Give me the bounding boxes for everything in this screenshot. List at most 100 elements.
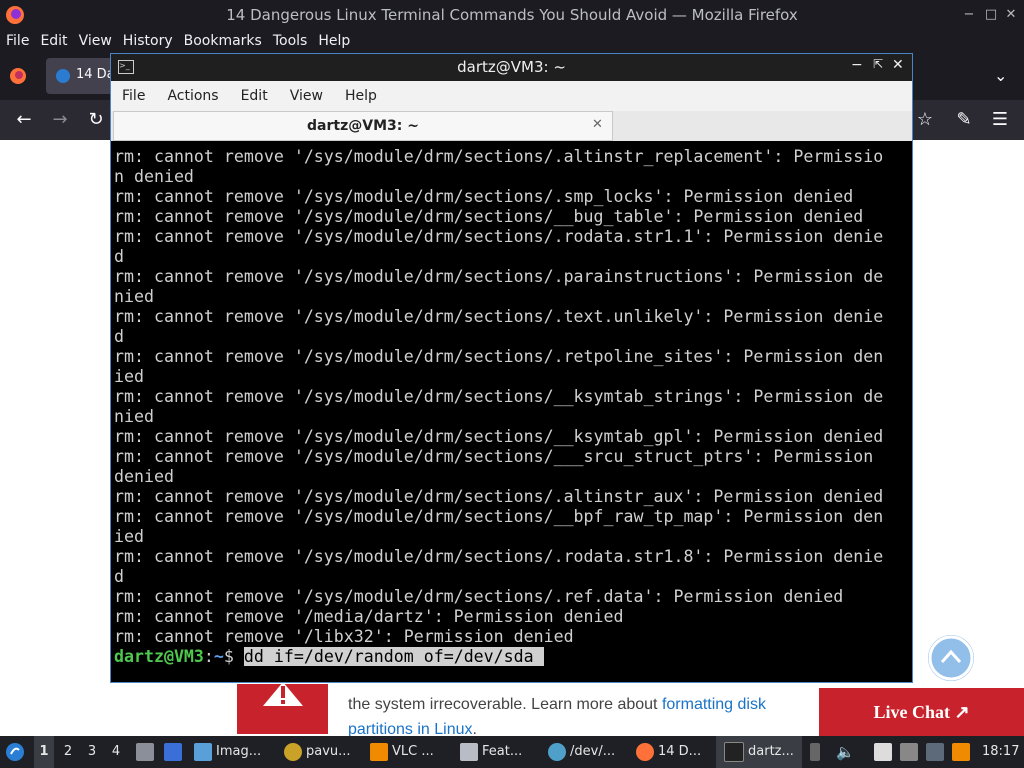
terminal-line: rm: cannot remove '/sys/module/drm/secti…	[114, 427, 884, 446]
workspace-4[interactable]: 4	[106, 736, 126, 768]
warning-box	[237, 682, 328, 734]
taskbar: 1 2 3 4 Imag... pavu... VLC ... Feat... …	[0, 736, 1024, 768]
desktop-launcher[interactable]	[164, 736, 186, 768]
workspace-3[interactable]: 3	[82, 736, 102, 768]
taskbar-item-label: 14 D...	[658, 744, 702, 759]
taskbar-item-label: dartz...	[748, 744, 794, 759]
terminal-menu-actions[interactable]: Actions	[156, 81, 229, 104]
terminal-line: rm: cannot remove '/sys/module/drm/secti…	[114, 207, 864, 226]
terminal-tab[interactable]: dartz@VM3: ~ ✕	[113, 111, 613, 141]
prompt-separator: :	[203, 647, 214, 666]
taskbar-item-feat[interactable]: Feat...	[460, 736, 522, 768]
workspace-2[interactable]: 2	[58, 736, 78, 768]
terminal-menubar: File Actions Edit View Help	[111, 81, 912, 111]
clipboard-icon	[460, 742, 478, 761]
taskbar-item-firefox[interactable]: 14 D...	[636, 736, 701, 768]
close-icon[interactable]: ✕	[1000, 4, 1022, 26]
clock[interactable]: 18:17	[982, 736, 1019, 768]
workspace-1[interactable]: 1	[34, 736, 54, 768]
menu-history[interactable]: History	[117, 30, 178, 50]
live-chat-button[interactable]: Live Chat ↗	[819, 688, 1024, 736]
terminal-line: rm: cannot remove '/sys/module/drm/secti…	[114, 447, 874, 466]
menu-view[interactable]: View	[73, 30, 117, 50]
back-icon[interactable]: ←	[12, 108, 36, 132]
extensions-icon[interactable]: ✎	[952, 108, 976, 132]
taskbar-item-pavu[interactable]: pavu...	[284, 736, 351, 768]
terminal-menu-edit[interactable]: Edit	[230, 81, 279, 104]
terminal-menu-help[interactable]: Help	[334, 81, 388, 104]
terminal-line: d	[114, 247, 124, 266]
article-link-formatting[interactable]: formatting disk	[662, 696, 766, 713]
maximize-icon[interactable]: □	[980, 4, 1002, 26]
taskbar-item-label: Feat...	[482, 744, 523, 759]
vlc-tray-icon[interactable]	[952, 736, 974, 768]
terminal-line: n denied	[114, 167, 194, 186]
hamburger-menu-icon[interactable]: ☰	[988, 108, 1012, 132]
minimize-icon[interactable]: −	[958, 4, 980, 26]
scrollbar-icon	[810, 742, 820, 761]
scroll-to-top-button[interactable]	[928, 635, 974, 681]
terminal-window[interactable]: >_ dartz@VM3: ~ − ⇱ ✕ File Actions Edit Vie…	[110, 53, 913, 683]
prompt-path: ~	[213, 647, 224, 666]
article-paragraph: the system irrecoverable. Learn more abo…	[348, 692, 808, 742]
terminal-line: rm: cannot remove '/sys/module/drm/secti…	[114, 307, 884, 326]
tab-label: 14 Da	[76, 67, 115, 82]
taskbar-item-dev[interactable]: /dev/...	[548, 736, 615, 768]
firefox-view-icon[interactable]	[8, 66, 28, 86]
article-line1: the system irrecoverable. Learn more abo…	[348, 696, 662, 713]
terminal-close-icon[interactable]: ✕	[892, 57, 904, 73]
start-menu-icon[interactable]	[5, 742, 25, 762]
terminal-line: rm: cannot remove '/sys/module/drm/secti…	[114, 387, 884, 406]
terminal-line: d	[114, 567, 124, 586]
terminal-minimize-icon[interactable]: −	[851, 57, 863, 73]
menu-file[interactable]: File	[0, 30, 34, 50]
vlc-icon	[370, 742, 388, 761]
firefox-menubar: File Edit View History Bookmarks Tools Help	[0, 30, 1024, 52]
terminal-line: rm: cannot remove '/sys/module/drm/secti…	[114, 507, 884, 526]
terminal-line: rm: cannot remove '/sys/module/drm/secti…	[114, 487, 884, 506]
terminal-line: d	[114, 327, 124, 346]
terminal-menu-view[interactable]: View	[279, 81, 334, 104]
firefox-titlebar: 14 Dangerous Linux Terminal Commands You…	[0, 0, 1024, 30]
volume-icon[interactable]: 🔈	[836, 736, 855, 768]
taskbar-item-terminal[interactable]: dartz...	[716, 736, 802, 768]
taskbar-item-image[interactable]: Imag...	[194, 736, 261, 768]
terminal-line: rm: cannot remove '/sys/module/drm/secti…	[114, 147, 884, 166]
terminal-output[interactable]: rm: cannot remove '/sys/module/drm/secti…	[114, 147, 909, 677]
network-tray-icon[interactable]	[926, 736, 948, 768]
terminal-line: rm: cannot remove '/sys/module/drm/secti…	[114, 347, 884, 366]
taskbar-item-vlc[interactable]: VLC ...	[370, 736, 434, 768]
file-manager-launcher[interactable]	[136, 736, 158, 768]
terminal-maximize-icon[interactable]: ⇱	[873, 57, 883, 71]
taskbar-item-label: /dev/...	[570, 744, 616, 759]
terminal-line: ied	[114, 367, 144, 386]
pavucontrol-icon	[284, 742, 302, 761]
command-input[interactable]: dd if=/dev/random of=/dev/sda	[243, 647, 544, 666]
terminal-titlebar[interactable]: >_ dartz@VM3: ~ − ⇱ ✕	[111, 54, 912, 81]
prompt-user: dartz@VM3	[114, 647, 204, 666]
firefox-icon	[636, 742, 654, 761]
terminal-menu-file[interactable]: File	[111, 81, 156, 104]
network-icon	[926, 742, 944, 761]
menu-help[interactable]: Help	[312, 30, 355, 50]
terminal-prompt-line[interactable]: dartz@VM3:~$ dd if=/dev/random of=/dev/s…	[114, 647, 909, 667]
monitor-icon	[900, 742, 918, 761]
reload-icon[interactable]: ↻	[84, 108, 108, 132]
terminal-line: rm: cannot remove '/sys/module/drm/secti…	[114, 227, 884, 246]
menu-tools[interactable]: Tools	[267, 30, 313, 50]
forward-icon[interactable]: →	[48, 108, 72, 132]
list-all-tabs-icon[interactable]: ⌄	[994, 66, 1007, 85]
desktop-icon	[164, 742, 182, 761]
terminal-line: ied	[114, 527, 144, 546]
bookmark-star-icon[interactable]: ☆	[913, 108, 937, 132]
menu-bookmarks[interactable]: Bookmarks	[178, 30, 267, 50]
menu-edit[interactable]: Edit	[34, 30, 72, 50]
tray-scroll-icon[interactable]	[810, 736, 824, 768]
taskbar-item-label: VLC ...	[392, 744, 434, 759]
prompt-dollar: $	[223, 647, 244, 666]
folder-icon	[136, 742, 154, 761]
window-title: 14 Dangerous Linux Terminal Commands You…	[226, 6, 798, 24]
clipboard-tray-icon[interactable]	[874, 736, 896, 768]
display-tray-icon[interactable]	[900, 736, 922, 768]
terminal-tab-close-icon[interactable]: ✕	[592, 117, 603, 132]
